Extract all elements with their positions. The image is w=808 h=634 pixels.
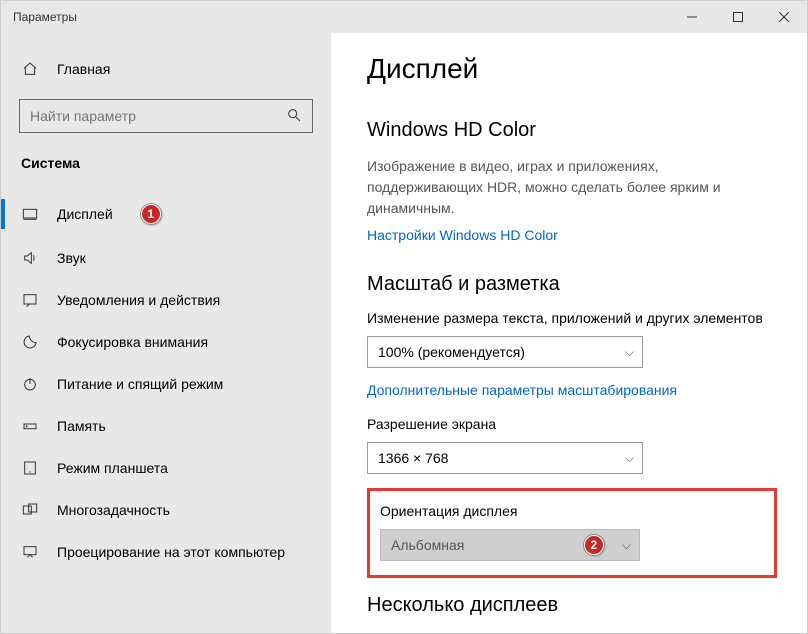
text-size-dropdown[interactable]: 100% (рекомендуется) ⌵: [367, 336, 643, 368]
hd-color-link[interactable]: Настройки Windows HD Color: [367, 227, 558, 243]
minimize-button[interactable]: [669, 1, 715, 33]
search-icon: [286, 107, 302, 126]
sidebar-item-multitasking[interactable]: Многозадачность: [1, 489, 331, 531]
sidebar-item-storage[interactable]: Память: [1, 405, 331, 447]
resolution-value: 1366 × 768: [378, 450, 448, 466]
orientation-highlight: Ориентация дисплея Альбомная 2 ⌵: [367, 488, 777, 578]
sidebar-item-label: Многозадачность: [57, 502, 170, 518]
sidebar-item-notifications[interactable]: Уведомления и действия: [1, 279, 331, 321]
sidebar-item-label: Память: [57, 418, 106, 434]
sidebar-home[interactable]: Главная: [1, 51, 331, 87]
sidebar: Главная Система Дисплей 1 Звук: [1, 33, 331, 633]
advanced-scaling-link[interactable]: Дополнительные параметры масштабирования: [367, 382, 677, 398]
sound-icon: [21, 250, 39, 266]
storage-icon: [21, 418, 39, 434]
sidebar-section-title: Система: [1, 133, 331, 183]
display-icon: [21, 206, 39, 222]
power-icon: [21, 376, 39, 392]
sidebar-item-label: Проецирование на этот компьютер: [57, 544, 285, 560]
text-size-value: 100% (рекомендуется): [378, 344, 525, 360]
content-pane: Дисплей Windows HD Color Изображение в в…: [331, 33, 807, 633]
window-title: Параметры: [13, 10, 77, 24]
search-input[interactable]: [30, 108, 261, 124]
chevron-down-icon: ⌵: [625, 451, 634, 466]
page-title: Дисплей: [367, 53, 777, 85]
projecting-icon: [21, 544, 39, 560]
sidebar-item-projecting[interactable]: Проецирование на этот компьютер: [1, 531, 331, 573]
sidebar-item-label: Фокусировка внимания: [57, 334, 208, 350]
chevron-down-icon: ⌵: [622, 538, 631, 553]
home-icon: [21, 61, 39, 77]
orientation-label: Ориентация дисплея: [380, 503, 764, 519]
sidebar-item-tablet[interactable]: Режим планшета: [1, 447, 331, 489]
search-box[interactable]: [19, 99, 313, 133]
sidebar-item-focus[interactable]: Фокусировка внимания: [1, 321, 331, 363]
sidebar-item-label: Дисплей: [57, 206, 113, 222]
text-size-label: Изменение размера текста, приложений и д…: [367, 310, 777, 326]
resolution-dropdown[interactable]: 1366 × 768 ⌵: [367, 442, 643, 474]
sidebar-item-sound[interactable]: Звук: [1, 237, 331, 279]
sidebar-item-label: Звук: [57, 250, 86, 266]
maximize-button[interactable]: [715, 1, 761, 33]
chevron-down-icon: ⌵: [625, 345, 634, 360]
notifications-icon: [21, 292, 39, 308]
orientation-dropdown[interactable]: Альбомная 2 ⌵: [380, 529, 640, 561]
orientation-value: Альбомная: [391, 537, 464, 553]
scale-heading: Масштаб и разметка: [367, 273, 777, 296]
close-button[interactable]: [761, 1, 807, 33]
focus-icon: [21, 334, 39, 350]
multi-display-heading: Несколько дисплеев: [367, 594, 777, 617]
hd-color-description: Изображение в видео, играх и приложениях…: [367, 156, 777, 219]
resolution-label: Разрешение экрана: [367, 416, 777, 432]
tablet-icon: [21, 460, 39, 476]
sidebar-item-label: Уведомления и действия: [57, 292, 220, 308]
hd-color-heading: Windows HD Color: [367, 119, 777, 142]
annotation-marker-2: 2: [584, 535, 604, 555]
annotation-marker-1: 1: [141, 204, 161, 224]
multitasking-icon: [21, 502, 39, 518]
sidebar-item-label: Питание и спящий режим: [57, 376, 223, 392]
sidebar-item-label: Режим планшета: [57, 460, 168, 476]
sidebar-home-label: Главная: [57, 61, 110, 77]
sidebar-item-display[interactable]: Дисплей 1: [1, 191, 331, 237]
titlebar: Параметры: [1, 1, 807, 33]
sidebar-item-power[interactable]: Питание и спящий режим: [1, 363, 331, 405]
